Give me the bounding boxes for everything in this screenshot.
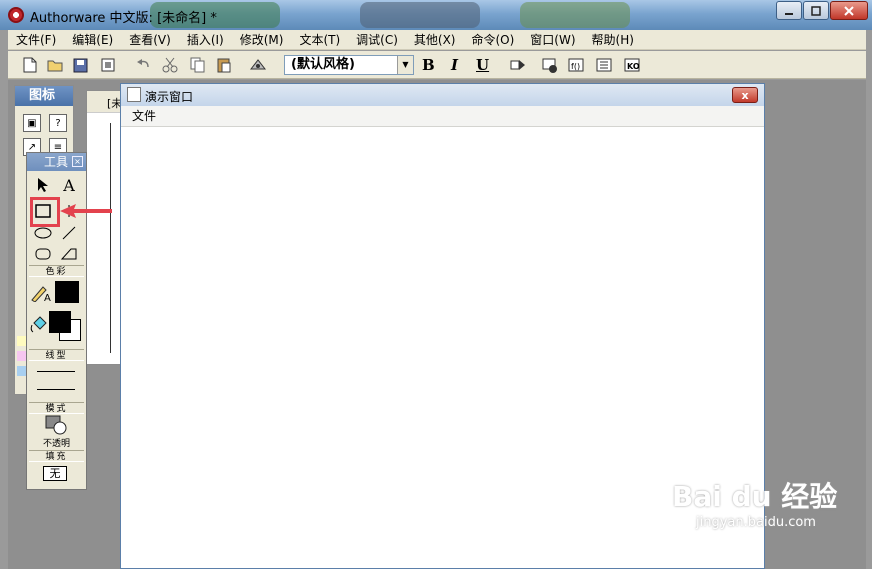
flowline [110, 123, 111, 353]
maximize-button[interactable] [803, 1, 829, 20]
tools-close-icon[interactable]: × [72, 156, 83, 167]
menu-help[interactable]: 帮助(H) [584, 31, 642, 48]
display-icon[interactable]: ▣ [23, 114, 41, 132]
style-select-value: (默认风格) [291, 57, 355, 72]
line-style-thin[interactable] [37, 371, 75, 372]
menu-other[interactable]: 其他(X) [406, 31, 464, 48]
presentation-window: 演示窗口 x 文件 [120, 83, 765, 569]
menu-modify[interactable]: 修改(M) [232, 31, 292, 48]
rounded-rectangle-icon [35, 248, 51, 260]
highlight-box [30, 197, 60, 227]
find-icon[interactable] [248, 55, 268, 75]
style-select[interactable]: (默认风格) ▼ [284, 55, 414, 75]
line-icon [62, 226, 76, 240]
cut-icon[interactable] [160, 55, 180, 75]
italic-button[interactable]: I [451, 56, 458, 74]
baidu-watermark: Bai du 经验 jingyan.baidu.com [672, 475, 837, 530]
pointing-arrow-icon [60, 204, 112, 218]
diagonal-line-tool[interactable] [57, 223, 81, 243]
tools-title: 工具 [44, 155, 69, 169]
import-icon[interactable] [98, 55, 118, 75]
text-tool[interactable]: A [57, 175, 81, 195]
undo-icon[interactable] [134, 55, 154, 75]
knowledge-objects-icon[interactable]: KO [622, 55, 642, 75]
window-title: Authorware 中文版: [未命名] * [30, 11, 217, 26]
fill-section-label: 填充 [29, 450, 84, 462]
fill-pattern-none[interactable]: 无 [43, 466, 67, 481]
svg-text:A: A [44, 293, 51, 302]
interaction-icon[interactable]: ? [49, 114, 67, 132]
minimize-icon [785, 12, 793, 15]
menu-window[interactable]: 窗口(W) [522, 31, 583, 48]
presentation-window-icon [127, 87, 141, 102]
svg-text:KO: KO [627, 62, 640, 71]
ellipse-icon [34, 227, 52, 239]
menu-bar: 文件(F) 编辑(E) 查看(V) 插入(I) 修改(M) 文本(T) 调试(C… [8, 30, 866, 50]
tools-title-bar[interactable]: 工具 × [27, 153, 86, 171]
presentation-menu-file[interactable]: 文件 [132, 109, 156, 123]
line-color-swatch[interactable] [55, 281, 79, 303]
presentation-menu-bar: 文件 [121, 106, 764, 127]
polygon-tool[interactable] [57, 244, 81, 264]
mode-value: 不透明 [42, 439, 70, 449]
desktop-decor [520, 2, 630, 28]
presentation-title: 演示窗口 [145, 90, 194, 104]
maximize-icon [811, 5, 821, 16]
rounded-rectangle-tool[interactable] [31, 244, 55, 264]
open-folder-icon[interactable] [46, 55, 66, 75]
menu-text[interactable]: 文本(T) [291, 31, 348, 48]
line-section-label: 线型 [29, 349, 84, 361]
close-icon: x [741, 88, 749, 102]
new-file-icon[interactable] [20, 55, 40, 75]
chevron-down-icon[interactable]: ▼ [397, 56, 413, 74]
menu-insert[interactable]: 插入(I) [179, 31, 232, 48]
fill-bucket-icon[interactable] [27, 316, 51, 336]
close-icon [844, 5, 854, 16]
presentation-close-button[interactable]: x [732, 87, 758, 103]
pointer-icon [38, 178, 48, 192]
desktop-decor [360, 2, 480, 28]
presentation-canvas[interactable] [121, 128, 764, 568]
mode-section-label: 模式 [29, 402, 84, 414]
toolbar: (默认风格) ▼ B I U f() KO [8, 51, 866, 79]
minimize-button[interactable] [776, 1, 802, 20]
paste-icon[interactable] [214, 55, 234, 75]
menu-file[interactable]: 文件(F) [8, 31, 64, 48]
pointer-tool[interactable] [31, 175, 55, 195]
line-style-thin[interactable] [37, 389, 75, 390]
run-icon[interactable] [508, 55, 528, 75]
underline-button[interactable]: U [476, 56, 489, 74]
variables-icon[interactable] [594, 55, 614, 75]
presentation-title-bar[interactable]: 演示窗口 x [121, 84, 764, 106]
watermark-url: jingyan.baidu.com [696, 515, 816, 530]
bold-button[interactable]: B [422, 56, 435, 74]
menu-command[interactable]: 命令(O) [463, 31, 522, 48]
main-title-bar[interactable]: Authorware 中文版: [未命名] * [0, 0, 872, 30]
copy-icon[interactable] [188, 55, 208, 75]
close-button[interactable] [830, 1, 868, 20]
watermark-brand: Bai du 经验 [672, 480, 838, 513]
color-section-label: 色彩 [29, 265, 84, 277]
opaque-mode-icon[interactable] [45, 415, 67, 435]
svg-text:f(): f() [571, 62, 580, 71]
menu-edit[interactable]: 编辑(E) [64, 31, 121, 48]
pencil-icon[interactable]: A [29, 283, 53, 303]
control-panel-icon[interactable] [540, 55, 560, 75]
icon-palette-title[interactable]: 图标 [15, 86, 73, 106]
foreground-color-swatch[interactable] [49, 311, 71, 333]
menu-view[interactable]: 查看(V) [121, 31, 179, 48]
save-all-icon[interactable] [72, 55, 92, 75]
functions-icon[interactable]: f() [566, 55, 586, 75]
authorware-app-icon [8, 7, 24, 23]
polygon-icon [61, 248, 77, 260]
menu-debug[interactable]: 调试(C) [348, 31, 406, 48]
